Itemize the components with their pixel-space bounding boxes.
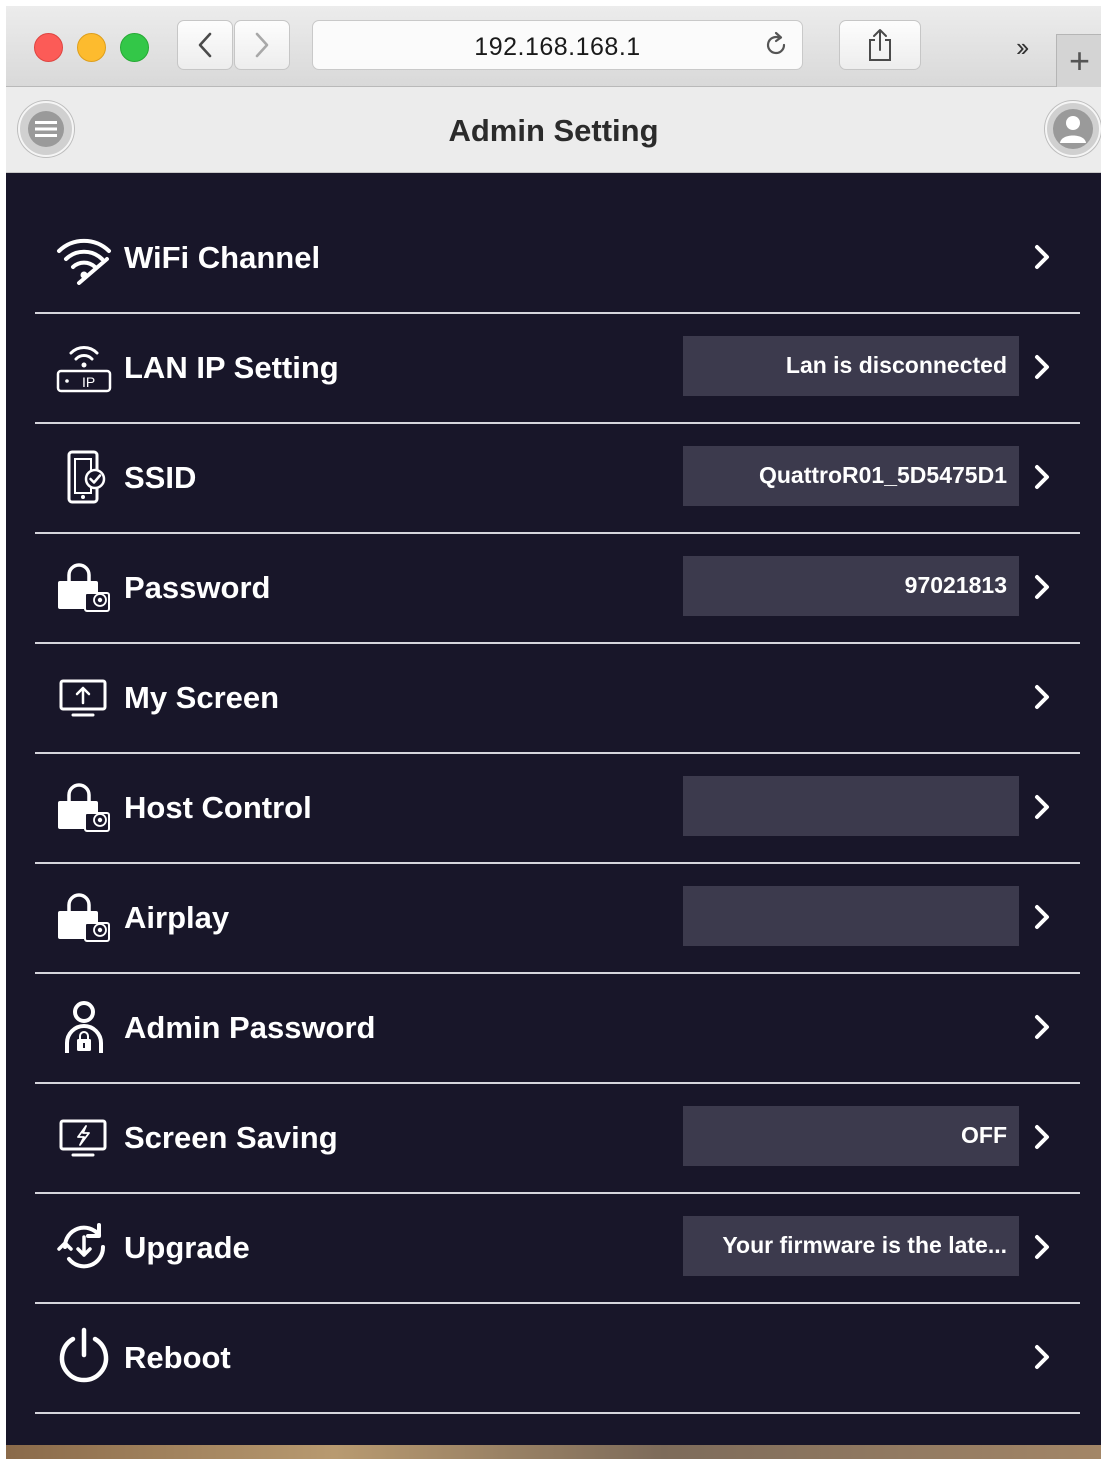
page-title: Admin Setting (448, 113, 659, 148)
setting-value: OFF (961, 1122, 1007, 1148)
share-icon (869, 29, 891, 61)
setting-value: 97021813 (904, 572, 1007, 598)
host-control-row[interactable]: Host Control (35, 752, 1080, 864)
chevron-right-icon (255, 32, 269, 58)
lock-wifi-icon (58, 783, 110, 832)
setting-label: Host Control (124, 790, 312, 825)
lock-wifi-icon (58, 893, 110, 942)
chevron-right-icon (1035, 905, 1049, 929)
setting-label: Password (124, 570, 271, 605)
setting-value-box (683, 776, 1019, 836)
upgrade-row[interactable]: Upgrade Your firmware is the late... (35, 1192, 1080, 1304)
forward-button[interactable] (234, 20, 290, 70)
share-button[interactable] (839, 20, 921, 70)
setting-label: Admin Password (124, 1010, 376, 1045)
admin-user-icon (65, 1001, 103, 1053)
upgrade-icon (57, 1223, 106, 1269)
svg-text:IP: IP (82, 374, 95, 390)
back-button[interactable] (177, 20, 233, 70)
new-tab-button[interactable]: + (1056, 34, 1101, 87)
url-text[interactable]: 192.168.168.1 (313, 33, 802, 62)
chevron-right-icon (1035, 465, 1049, 489)
screen-upload-icon (59, 679, 107, 717)
setting-value-box: QuattroR01_5D5475D1 (683, 446, 1019, 506)
app-header: Admin Setting (6, 87, 1101, 173)
lan-ip-setting-row[interactable]: IP LAN IP Setting Lan is disconnected (35, 312, 1080, 424)
password-row[interactable]: Password 97021813 (35, 532, 1080, 644)
setting-label: Screen Saving (124, 1120, 338, 1155)
chevron-left-icon (198, 32, 212, 58)
setting-label: LAN IP Setting (124, 350, 339, 385)
reboot-row[interactable]: Reboot (35, 1302, 1080, 1414)
setting-value-box: Lan is disconnected (683, 336, 1019, 396)
settings-panel: WiFi Channel IP LAN IP Setting Lan is di… (6, 173, 1101, 1445)
user-button[interactable] (1045, 101, 1101, 157)
setting-value-box: OFF (683, 1106, 1019, 1166)
power-icon (59, 1327, 109, 1383)
my-screen-row[interactable]: My Screen (35, 642, 1080, 754)
browser-toolbar: 192.168.168.1 ›› + (6, 6, 1101, 87)
device-check-icon (67, 450, 106, 504)
history-nav (177, 20, 290, 70)
chevron-right-icon (1035, 1345, 1049, 1369)
chevron-right-icon (1035, 795, 1049, 819)
screen-saving-row[interactable]: Screen Saving OFF (35, 1082, 1080, 1194)
chevron-right-icon (1035, 1015, 1049, 1039)
setting-label: Reboot (124, 1340, 231, 1375)
wifi-channel-row[interactable]: WiFi Channel (35, 202, 1080, 314)
chevron-right-icon (1035, 1125, 1049, 1149)
setting-label: Upgrade (124, 1230, 250, 1265)
setting-label: WiFi Channel (124, 240, 321, 275)
setting-value: Lan is disconnected (785, 352, 1007, 378)
chevron-right-icon (1035, 685, 1049, 709)
setting-value-box (683, 886, 1019, 946)
minimize-window-button[interactable] (77, 33, 106, 62)
setting-value-box: 97021813 (683, 556, 1019, 616)
setting-label: My Screen (124, 680, 280, 715)
chevron-right-icon (1035, 1235, 1049, 1259)
setting-value-box: Your firmware is the late... (683, 1216, 1019, 1276)
setting-label: SSID (124, 460, 197, 495)
wifi-icon (57, 238, 111, 285)
setting-value: Your firmware is the late... (722, 1232, 1007, 1258)
lock-wifi-icon (58, 563, 110, 612)
admin-password-row[interactable]: Admin Password (35, 972, 1080, 1084)
screen-bolt-icon (59, 1119, 107, 1157)
chevron-right-icon (1035, 245, 1049, 269)
toolbar-overflow-button[interactable]: ›› (1016, 32, 1029, 63)
zoom-window-button[interactable] (120, 33, 149, 62)
reload-icon[interactable] (762, 31, 790, 59)
chevron-right-icon (1035, 355, 1049, 379)
setting-value: QuattroR01_5D5475D1 (758, 462, 1007, 488)
setting-label: Airplay (124, 900, 230, 935)
airplay-row[interactable]: Airplay (35, 862, 1080, 974)
close-window-button[interactable] (34, 33, 63, 62)
plus-icon: + (1068, 40, 1091, 81)
desktop-background-strip (6, 1445, 1101, 1459)
chevron-right-icon (1035, 575, 1049, 599)
user-icon (1053, 109, 1093, 149)
address-bar[interactable]: 192.168.168.1 (312, 20, 803, 70)
ssid-row[interactable]: SSID QuattroR01_5D5475D1 (35, 422, 1080, 534)
lan-ip-icon: IP (56, 346, 112, 393)
